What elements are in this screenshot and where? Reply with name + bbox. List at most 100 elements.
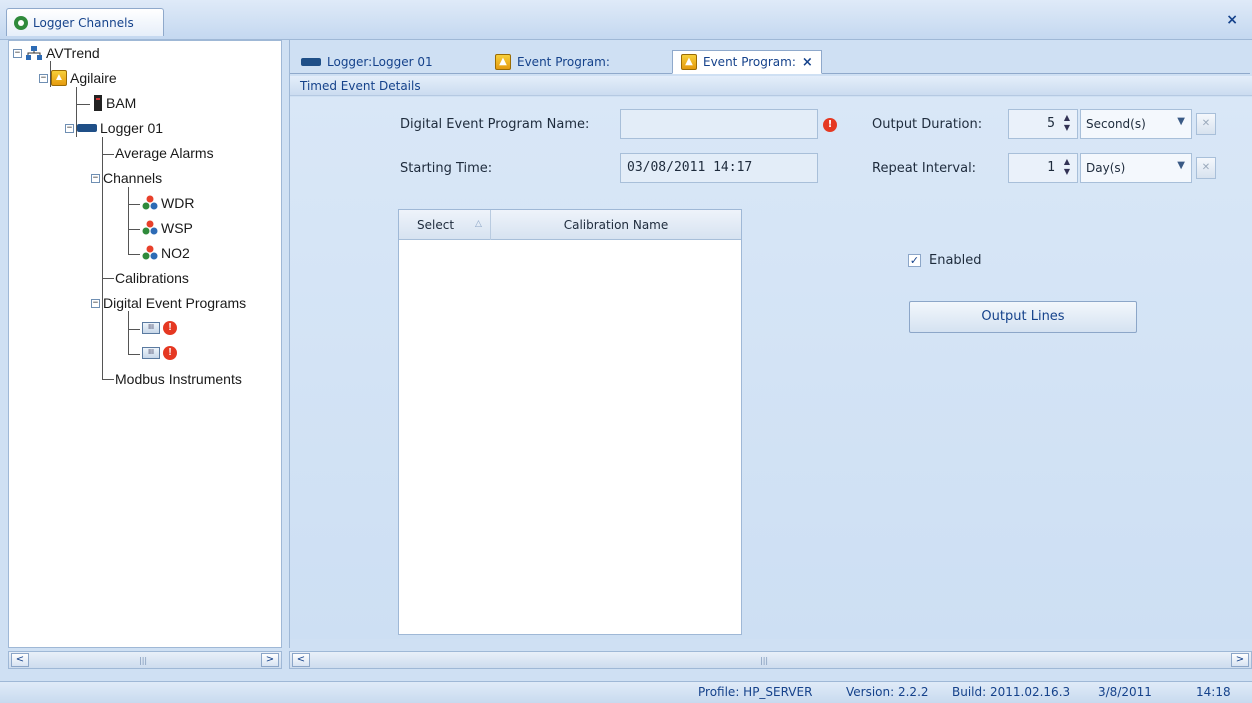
tree-node-event-program-2[interactable]: III ! xyxy=(142,346,177,360)
scroll-left-icon[interactable]: < xyxy=(11,653,29,667)
document-area: Logger:Logger 01 ▲ Event Program: ▲ Even… xyxy=(289,40,1252,648)
repeat-value: 1 xyxy=(1047,160,1055,175)
section-title: Timed Event Details xyxy=(300,79,421,93)
collapse-icon[interactable]: − xyxy=(39,73,48,83)
tree-connector xyxy=(128,229,140,230)
tree-connector xyxy=(102,154,114,155)
status-time: 14:18 xyxy=(1196,685,1231,699)
tab-logger-01[interactable]: Logger:Logger 01 xyxy=(292,50,442,74)
tree-node-event-program-1[interactable]: III ! xyxy=(142,321,177,335)
repeat-unit-select[interactable]: Day(s) ▼ xyxy=(1080,153,1192,183)
spin-arrows-icon[interactable]: ▲ ▼ xyxy=(1061,113,1073,133)
scroll-grip-icon[interactable]: ||| xyxy=(760,656,768,665)
collapse-icon[interactable]: − xyxy=(91,173,100,183)
tree-node-digital-event-programs[interactable]: − Digital Event Programs xyxy=(91,295,246,311)
spin-arrows-icon[interactable]: ▲ ▼ xyxy=(1061,157,1073,177)
tree-label: Channels xyxy=(103,170,163,186)
sort-icon: △ xyxy=(475,219,482,229)
bell-icon: ▲ xyxy=(495,54,511,70)
tree-panel: − AVTrend − ▲ Agilaire BAM − Logger 01 A… xyxy=(8,40,282,648)
doc-hscrollbar[interactable]: < ||| > xyxy=(289,651,1252,669)
tree-connector xyxy=(128,187,129,255)
starting-time-input[interactable]: 03/08/2011 14:17 xyxy=(620,153,818,183)
tree-connector xyxy=(128,311,129,355)
status-bar: Profile: HP_SERVER Version: 2.2.2 Build:… xyxy=(0,681,1252,703)
tree-node-logger[interactable]: − Logger 01 xyxy=(65,120,163,136)
scroll-right-icon[interactable]: > xyxy=(261,653,279,667)
grid-header: Select △ Calibration Name xyxy=(399,210,741,240)
error-icon: ! xyxy=(823,118,837,132)
channel-icon xyxy=(142,220,158,235)
tree-label: Digital Event Programs xyxy=(103,295,247,311)
tree-label: NO2 xyxy=(161,245,190,261)
scroll-grip-icon[interactable]: ||| xyxy=(139,656,147,665)
logger-channels-icon xyxy=(14,15,28,30)
scroll-left-icon[interactable]: < xyxy=(292,653,310,667)
section-header: Timed Event Details xyxy=(290,76,1252,96)
scroll-right-icon[interactable]: > xyxy=(1231,653,1249,667)
clear-repeat-icon[interactable]: ✕ xyxy=(1196,157,1216,179)
collapse-icon[interactable]: − xyxy=(13,48,22,58)
tree-connector xyxy=(102,379,114,380)
column-select[interactable]: Select △ xyxy=(399,210,491,240)
document-tabs: Logger:Logger 01 ▲ Event Program: ▲ Even… xyxy=(290,48,1250,74)
tree-hscrollbar[interactable]: < ||| > xyxy=(8,651,282,669)
program-name-label: Digital Event Program Name: xyxy=(400,117,590,132)
column-calibration-name[interactable]: Calibration Name xyxy=(491,210,741,240)
error-icon: ! xyxy=(163,321,177,335)
logger-icon xyxy=(77,124,97,132)
tree-node-channels[interactable]: − Channels xyxy=(91,170,162,186)
status-profile: Profile: HP_SERVER xyxy=(698,685,813,699)
app-tab[interactable]: Logger Channels xyxy=(6,8,164,36)
tree-connector xyxy=(128,254,140,255)
tree-label: BAM xyxy=(106,95,137,111)
enabled-checkbox[interactable]: ✓ xyxy=(908,254,921,267)
tree-node-avtrend[interactable]: − AVTrend xyxy=(13,45,100,61)
collapse-icon[interactable]: − xyxy=(65,123,74,133)
tree-node-bam[interactable]: BAM xyxy=(93,95,136,111)
site-bell-icon: ▲ xyxy=(51,70,67,86)
output-lines-button[interactable]: Output Lines xyxy=(909,301,1137,333)
collapse-icon[interactable]: − xyxy=(91,298,100,308)
tab-label: Event Program: xyxy=(703,55,796,69)
error-icon: ! xyxy=(163,346,177,360)
event-program-icon: III xyxy=(142,347,160,359)
output-duration-stepper[interactable]: 5 ▲ ▼ xyxy=(1008,109,1078,139)
tree-label: Average Alarms xyxy=(115,145,214,161)
clear-duration-icon[interactable]: ✕ xyxy=(1196,113,1216,135)
title-bar: Logger Channels × xyxy=(0,0,1252,40)
chevron-down-icon[interactable]: ▼ xyxy=(1177,116,1185,127)
tab-close-icon[interactable]: × xyxy=(802,55,813,70)
device-icon xyxy=(94,95,102,111)
enabled-label: Enabled xyxy=(929,253,982,268)
tree-node-calibrations[interactable]: Calibrations xyxy=(115,270,189,286)
app-title: Logger Channels xyxy=(33,15,134,30)
tree-node-channel-wsp[interactable]: WSP xyxy=(142,220,193,236)
tab-event-program-1[interactable]: ▲ Event Program: xyxy=(486,50,619,74)
enabled-checkbox-row[interactable]: ✓ Enabled xyxy=(908,253,982,268)
tree-node-agilaire[interactable]: − ▲ Agilaire xyxy=(39,70,117,86)
tree-label: WDR xyxy=(161,195,195,211)
tree-label: WSP xyxy=(161,220,193,236)
tree-node-average-alarms[interactable]: Average Alarms xyxy=(115,145,214,161)
repeat-interval-stepper[interactable]: 1 ▲ ▼ xyxy=(1008,153,1078,183)
tree-node-modbus-instruments[interactable]: Modbus Instruments xyxy=(115,371,242,387)
program-name-input[interactable] xyxy=(620,109,818,139)
duration-unit-select[interactable]: Second(s) ▼ xyxy=(1080,109,1192,139)
event-details-form: Digital Event Program Name: ! Output Dur… xyxy=(290,97,1252,639)
status-version: Version: 2.2.2 xyxy=(846,685,929,699)
duration-unit-value: Second(s) xyxy=(1086,117,1146,131)
status-build: Build: 2011.02.16.3 xyxy=(952,685,1071,699)
column-label: Select xyxy=(417,218,455,232)
tree-node-channel-no2[interactable]: NO2 xyxy=(142,245,190,261)
tree-node-channel-wdr[interactable]: WDR xyxy=(142,195,194,211)
column-label: Calibration Name xyxy=(563,218,669,232)
tree-connector xyxy=(128,204,140,205)
chevron-down-icon[interactable]: ▼ xyxy=(1177,160,1185,171)
tab-event-program-2[interactable]: ▲ Event Program: × xyxy=(672,50,822,74)
tree-connector xyxy=(102,278,114,279)
output-duration-label: Output Duration: xyxy=(872,117,983,132)
tree-label: Modbus Instruments xyxy=(115,371,242,387)
repeat-interval-label: Repeat Interval: xyxy=(872,161,977,176)
close-icon[interactable]: × xyxy=(1226,12,1238,28)
